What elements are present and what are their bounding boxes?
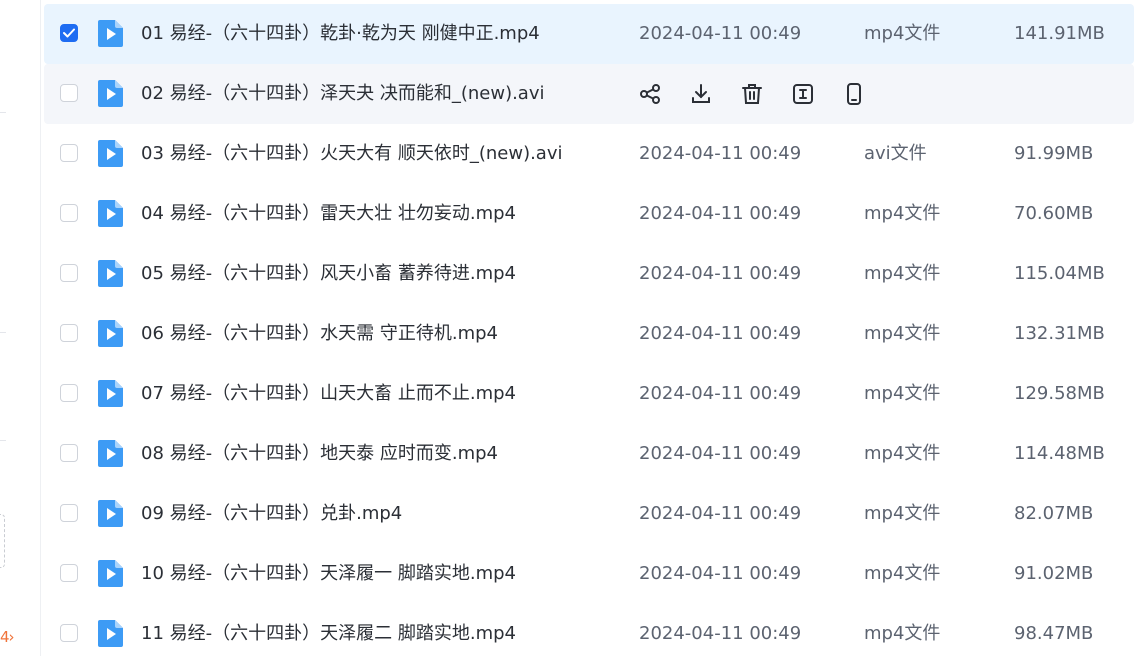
modified-date: 2024-04-11 00:49 xyxy=(639,383,802,404)
left-sidebar-edge: 4› xyxy=(0,0,41,656)
modified-date: 2024-04-11 00:49 xyxy=(639,203,802,224)
file-size: 114.48MB xyxy=(1014,443,1105,464)
file-row[interactable]: 06 易经-（六十四卦）水天需 守正待机.mp4 2024-04-11 00:49… xyxy=(44,304,1134,364)
file-size: 70.60MB xyxy=(1014,203,1094,224)
trash-icon[interactable] xyxy=(740,82,764,106)
video-file-icon xyxy=(98,80,123,107)
video-file-icon xyxy=(98,320,123,347)
modified-date: 2024-04-11 00:49 xyxy=(639,23,802,44)
row-checkbox[interactable] xyxy=(60,264,78,282)
file-type: mp4文件 xyxy=(864,623,941,644)
file-row[interactable]: 09 易经-（六十四卦）兑卦.mp4 2024-04-11 00:49 mp4文件 8… xyxy=(44,484,1134,544)
modified-date: 2024-04-11 00:49 xyxy=(639,143,802,164)
file-row[interactable]: 08 易经-（六十四卦）地天泰 应时而变.mp4 2024-04-11 00:49… xyxy=(44,424,1134,484)
file-size: 91.02MB xyxy=(1014,563,1094,584)
modified-date: 2024-04-11 00:49 xyxy=(639,263,802,284)
sidebar-divider xyxy=(0,112,6,113)
file-manager-view: 4› 01 易经-（六十四卦）乾卦·乾为天 刚健中正.mp4 2024-04-11… xyxy=(0,0,1134,656)
file-type: mp4文件 xyxy=(864,563,941,584)
file-size: 98.47MB xyxy=(1014,623,1094,644)
checkmark-icon xyxy=(63,28,75,38)
file-row[interactable]: 03 易经-（六十四卦）火天大有 顺天依时_(new).avi 2024-04-1… xyxy=(44,124,1134,184)
file-size: 129.58MB xyxy=(1014,383,1105,404)
sidebar-divider xyxy=(0,440,6,441)
phone-icon[interactable] xyxy=(842,82,866,106)
row-checkbox[interactable] xyxy=(60,624,78,642)
file-name[interactable]: 07 易经-（六十四卦）山天大畜 止而不止.mp4 xyxy=(141,364,516,424)
file-type: mp4文件 xyxy=(864,263,941,284)
file-name[interactable]: 02 易经-（六十四卦）泽天夬 决而能和_(new).avi xyxy=(141,64,545,124)
sidebar-divider xyxy=(0,332,6,333)
file-name[interactable]: 04 易经-（六十四卦）雷天大壮 壮勿妄动.mp4 xyxy=(141,184,516,244)
file-size: 132.31MB xyxy=(1014,323,1105,344)
file-name[interactable]: 05 易经-（六十四卦）风天小畜 蓄养待进.mp4 xyxy=(141,244,516,304)
file-row[interactable]: 10 易经-（六十四卦）天泽履一 脚踏实地.mp4 2024-04-11 00:4… xyxy=(44,544,1134,604)
file-row[interactable]: 02 易经-（六十四卦）泽天夬 决而能和_(new).avi xyxy=(44,64,1134,124)
video-file-icon xyxy=(98,440,123,467)
sidebar-partial-link[interactable]: 4› xyxy=(0,628,15,646)
modified-date: 2024-04-11 00:49 xyxy=(639,563,802,584)
download-icon[interactable] xyxy=(689,82,713,106)
file-name[interactable]: 03 易经-（六十四卦）火天大有 顺天依时_(new).avi xyxy=(141,124,563,184)
row-checkbox[interactable] xyxy=(60,564,78,582)
video-file-icon xyxy=(98,380,123,407)
file-name[interactable]: 06 易经-（六十四卦）水天需 守正待机.mp4 xyxy=(141,304,498,364)
row-checkbox[interactable] xyxy=(60,144,78,162)
rename-icon[interactable] xyxy=(791,82,815,106)
file-size: 141.91MB xyxy=(1014,23,1105,44)
row-checkbox[interactable] xyxy=(60,204,78,222)
row-checkbox[interactable] xyxy=(60,444,78,462)
video-file-icon xyxy=(98,500,123,527)
file-row[interactable]: 05 易经-（六十四卦）风天小畜 蓄养待进.mp4 2024-04-11 00:4… xyxy=(44,244,1134,304)
file-type: mp4文件 xyxy=(864,203,941,224)
row-checkbox[interactable] xyxy=(60,24,78,42)
file-size: 115.04MB xyxy=(1014,263,1105,284)
file-row[interactable]: 01 易经-（六十四卦）乾卦·乾为天 刚健中正.mp4 2024-04-11 00… xyxy=(44,4,1134,64)
file-row[interactable]: 04 易经-（六十四卦）雷天大壮 壮勿妄动.mp4 2024-04-11 00:4… xyxy=(44,184,1134,244)
file-size: 82.07MB xyxy=(1014,503,1094,524)
modified-date: 2024-04-11 00:49 xyxy=(639,623,802,644)
file-name[interactable]: 11 易经-（六十四卦）天泽履二 脚踏实地.mp4 xyxy=(141,604,516,656)
file-list: 01 易经-（六十四卦）乾卦·乾为天 刚健中正.mp4 2024-04-11 00… xyxy=(44,4,1134,656)
modified-date: 2024-04-11 00:49 xyxy=(639,503,802,524)
row-checkbox[interactable] xyxy=(60,324,78,342)
file-name[interactable]: 08 易经-（六十四卦）地天泰 应时而变.mp4 xyxy=(141,424,498,484)
file-type: mp4文件 xyxy=(864,503,941,524)
file-row[interactable]: 07 易经-（六十四卦）山天大畜 止而不止.mp4 2024-04-11 00:4… xyxy=(44,364,1134,424)
video-file-icon xyxy=(98,140,123,167)
row-checkbox[interactable] xyxy=(60,384,78,402)
modified-date: 2024-04-11 00:49 xyxy=(639,323,802,344)
file-type: mp4文件 xyxy=(864,323,941,344)
file-name[interactable]: 01 易经-（六十四卦）乾卦·乾为天 刚健中正.mp4 xyxy=(141,4,540,64)
video-file-icon xyxy=(98,560,123,587)
video-file-icon xyxy=(98,620,123,647)
file-size: 91.99MB xyxy=(1014,143,1094,164)
video-file-icon xyxy=(98,260,123,287)
file-type: avi文件 xyxy=(864,143,927,164)
video-file-icon xyxy=(98,200,123,227)
modified-date: 2024-04-11 00:49 xyxy=(639,443,802,464)
file-type: mp4文件 xyxy=(864,443,941,464)
file-name[interactable]: 09 易经-（六十四卦）兑卦.mp4 xyxy=(141,484,402,544)
row-checkbox[interactable] xyxy=(60,84,78,102)
row-checkbox[interactable] xyxy=(60,504,78,522)
upload-drop-area[interactable] xyxy=(0,514,5,568)
file-name[interactable]: 10 易经-（六十四卦）天泽履一 脚踏实地.mp4 xyxy=(141,544,516,604)
file-type: mp4文件 xyxy=(864,23,941,44)
file-row[interactable]: 11 易经-（六十四卦）天泽履二 脚踏实地.mp4 2024-04-11 00:4… xyxy=(44,604,1134,656)
video-file-icon xyxy=(98,20,123,47)
share-icon[interactable] xyxy=(638,82,662,106)
file-type: mp4文件 xyxy=(864,383,941,404)
